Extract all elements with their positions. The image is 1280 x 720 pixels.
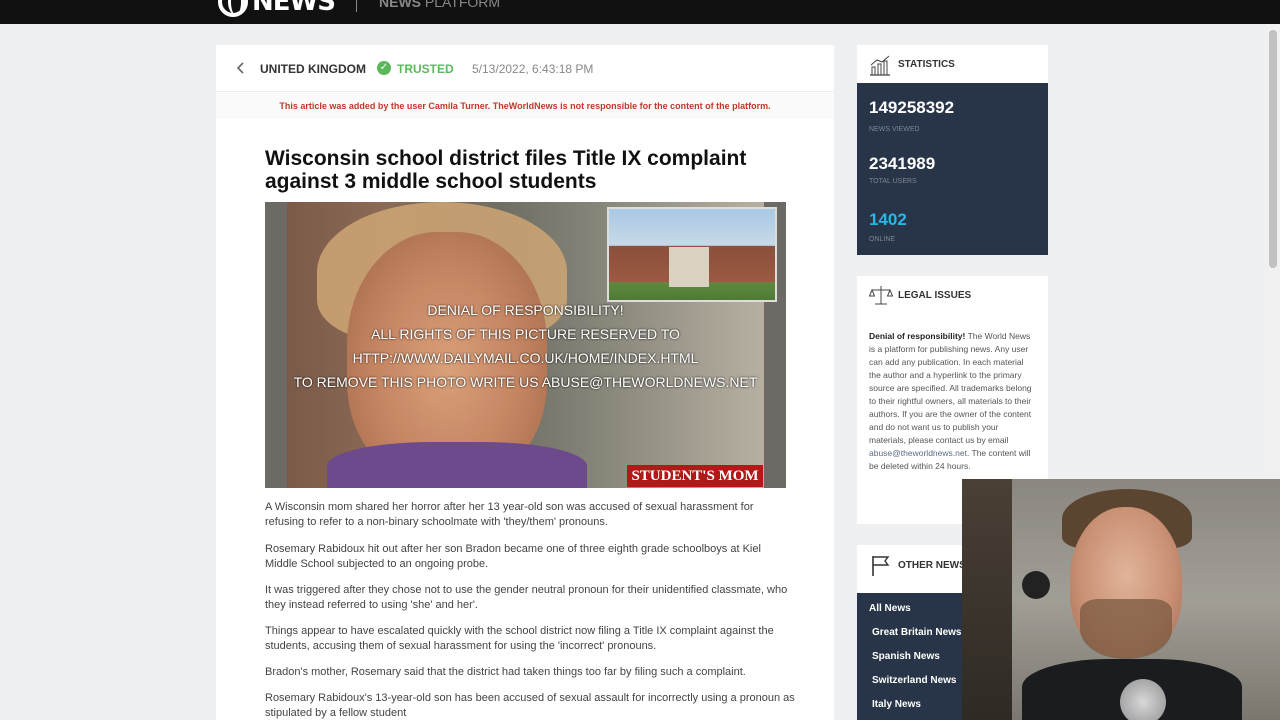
statistics-widget: STATISTICS 149258392 NEWS VIEWED 2341989…: [857, 45, 1048, 255]
other-news-link[interactable]: Switzerland News: [872, 675, 956, 686]
article-paragraph: It was triggered after they chose not to…: [265, 584, 788, 611]
article-photo: DENIAL OF RESPONSIBILITY! ALL RIGHTS OF …: [265, 202, 786, 488]
platform-label[interactable]: NEWS PLATFORM: [379, 0, 500, 10]
photo-disclaimer-line: DENIAL OF RESPONSIBILITY!: [427, 302, 624, 318]
photo-caption-tag: STUDENT'S MOM: [627, 465, 763, 487]
article-paragraph: Bradon's mother, Rosemary said that the …: [265, 666, 746, 678]
abuse-email-link[interactable]: abuse@theworldnews.net: [869, 448, 967, 458]
statistics-body: 149258392 NEWS VIEWED 2341989 TOTAL USER…: [857, 83, 1048, 255]
inset-school-entrance: [669, 247, 709, 287]
logo-text: NEWS: [252, 0, 336, 17]
article-paragraph: Things appear to have escalated quickly …: [265, 625, 774, 652]
stat-total-users-label: TOTAL USERS: [869, 178, 917, 185]
statistics-title: STATISTICS: [898, 59, 955, 70]
other-news-title: OTHER NEWS: [898, 560, 966, 571]
article-header: UNITED KINGDOM ✓ TRUSTED 5/13/2022, 6:43…: [216, 45, 834, 92]
webcam-mic-arm: [1022, 571, 1050, 599]
stat-online-value: 1402: [869, 210, 907, 229]
other-news-link[interactable]: Spanish News: [872, 651, 940, 662]
other-news-link[interactable]: Italy News: [872, 699, 921, 710]
top-navbar: NEWS NEWS PLATFORM: [0, 0, 1280, 24]
other-news-link[interactable]: All News: [869, 603, 911, 614]
webcam-overlay: [962, 479, 1280, 720]
article-paragraph: Rosemary Rabidoux hit out after her son …: [265, 543, 761, 570]
chart-icon: [870, 55, 890, 76]
platform-label-rest: PLATFORM: [421, 0, 501, 10]
flag-icon: [872, 556, 890, 576]
chevron-left-icon[interactable]: [234, 61, 248, 75]
scrollbar-thumb[interactable]: [1269, 30, 1277, 268]
stat-total-users-value: 2341989: [869, 154, 936, 173]
photo-shirt: [327, 442, 587, 488]
article-title: Wisconsin school district files Title IX…: [265, 147, 747, 193]
webcam-beard: [1080, 599, 1172, 659]
article-card: UNITED KINGDOM ✓ TRUSTED 5/13/2022, 6:43…: [216, 45, 834, 720]
article-paragraph: Rosemary Rabidoux's 13-year-old son has …: [265, 692, 795, 719]
photo-disclaimer-line: TO REMOVE THIS PHOTO WRITE US ABUSE@THEW…: [293, 374, 758, 390]
photo-inset-school: [607, 207, 777, 302]
microphone-icon: [1120, 679, 1166, 720]
legal-lead: Denial of responsibility!: [869, 331, 966, 341]
photo-disclaimer-line: HTTP://WWW.DAILYMAIL.CO.UK/HOME/INDEX.HT…: [352, 350, 699, 366]
platform-label-bold: NEWS: [379, 0, 421, 10]
site-logo[interactable]: NEWS: [218, 0, 336, 17]
stat-news-viewed-value: 149258392: [869, 98, 955, 117]
article-paragraph: A Wisconsin mom shared her horror after …: [265, 501, 754, 528]
check-circle-icon: ✓: [377, 61, 391, 75]
photo-disclaimer: DENIAL OF RESPONSIBILITY! ALL RIGHTS OF …: [265, 298, 786, 394]
legal-text: Denial of responsibility! The World News…: [869, 330, 1033, 473]
legal-body: The World News is a platform for publish…: [869, 331, 1032, 445]
webcam-bookshelf: [962, 479, 1012, 720]
statistics-header: STATISTICS: [857, 45, 1048, 83]
other-news-link[interactable]: Great Britain News: [872, 627, 961, 638]
country-label[interactable]: UNITED KINGDOM: [260, 62, 366, 76]
globe-icon: [218, 0, 248, 17]
logo-divider: [356, 0, 357, 12]
photo-disclaimer-line: ALL RIGHTS OF THIS PICTURE RESERVED TO: [371, 326, 680, 342]
scales-icon: [869, 286, 893, 305]
legal-issues-title: LEGAL ISSUES: [898, 290, 972, 301]
article-date: 5/13/2022, 6:43:18 PM: [472, 62, 594, 76]
responsibility-notice: This article was added by the user Camil…: [216, 93, 834, 119]
trusted-badge: TRUSTED: [397, 62, 454, 76]
stat-news-viewed-label: NEWS VIEWED: [869, 126, 920, 133]
stat-online-label: ONLINE: [869, 236, 896, 243]
